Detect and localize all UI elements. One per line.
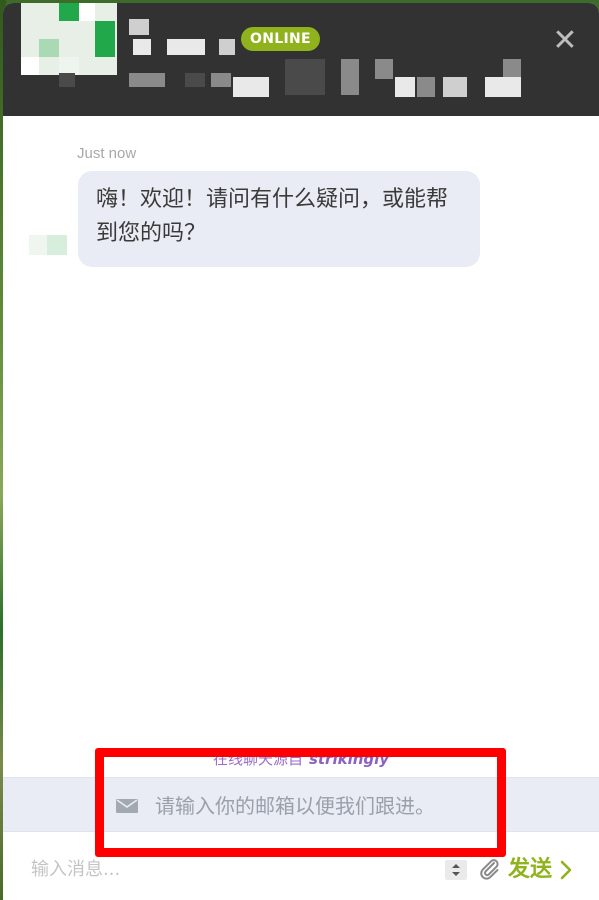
up-down-icon xyxy=(452,864,460,876)
status-badge: ONLINE xyxy=(241,27,320,51)
message-timestamp: Just now xyxy=(77,145,137,162)
close-button[interactable]: ✕ xyxy=(551,26,579,56)
compose-bar: 发送 xyxy=(3,833,599,900)
message-input[interactable] xyxy=(29,853,433,885)
powered-by-link[interactable]: 在线聊天源自 strikingly xyxy=(3,748,599,769)
chat-widget: ONLINE ✕ Just now 嗨！欢迎！请问有什么疑问，或能帮到您的吗？ … xyxy=(3,3,599,900)
close-icon: ✕ xyxy=(552,23,578,58)
chevron-right-icon[interactable] xyxy=(559,859,573,881)
agent-avatar xyxy=(21,3,117,75)
email-capture-bar xyxy=(3,777,599,832)
mail-icon xyxy=(116,799,138,813)
message-list: Just now 嗨！欢迎！请问有什么疑问，或能帮到您的吗？ xyxy=(3,116,599,776)
agent-message-avatar xyxy=(29,235,67,255)
paperclip-icon[interactable] xyxy=(477,857,501,881)
powered-by-text: 在线聊天源自 xyxy=(212,750,303,768)
agent-message-bubble: 嗨！欢迎！请问有什么疑问，或能帮到您的吗？ xyxy=(78,171,480,267)
email-input[interactable] xyxy=(153,788,497,824)
send-button[interactable]: 发送 xyxy=(508,855,552,885)
chat-header: ONLINE ✕ xyxy=(3,3,599,116)
brand-logo: strikingly xyxy=(308,750,390,768)
agent-name xyxy=(129,19,239,59)
emoji-toggle-button[interactable] xyxy=(445,860,467,880)
